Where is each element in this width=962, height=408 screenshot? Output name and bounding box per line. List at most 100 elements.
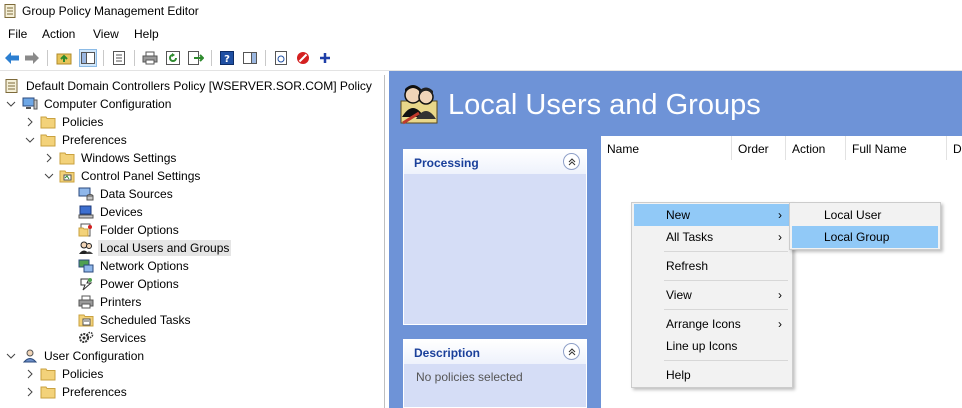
tree-node-user-configuration[interactable]: User Configuration [22, 347, 146, 365]
tree-node-printers[interactable]: Printers [78, 293, 143, 311]
chevron-right-icon: › [778, 288, 782, 302]
stop-icon[interactable] [294, 49, 312, 67]
chevron-down-icon[interactable] [25, 135, 35, 145]
column-order[interactable]: Order [732, 136, 786, 160]
menu-help[interactable]: Help [130, 26, 163, 42]
tree-label: Preferences [62, 133, 127, 147]
context-menu-arrange-icons[interactable]: Arrange Icons › [634, 313, 790, 335]
tree-node-services[interactable]: Services [78, 329, 148, 347]
tree-node-policies[interactable]: Policies [40, 113, 105, 131]
submenu-local-group[interactable]: Local Group [792, 226, 938, 248]
tree-label: Data Sources [100, 187, 173, 201]
context-menu-line-up-icons[interactable]: Line up Icons [634, 335, 790, 357]
tree-label: Windows Settings [81, 151, 177, 165]
collapse-icon[interactable] [563, 343, 580, 360]
back-arrow-icon[interactable] [3, 49, 21, 67]
chevron-down-icon[interactable] [6, 99, 16, 109]
policy-document-icon [5, 79, 18, 93]
chevron-down-icon[interactable] [6, 351, 16, 361]
tree-node-user-preferences[interactable]: Preferences [40, 383, 129, 401]
toolbar: ? [0, 45, 962, 71]
help-icon[interactable]: ? [218, 49, 236, 67]
tree-label: Policies [62, 115, 104, 129]
submenu-local-user[interactable]: Local User [792, 204, 938, 226]
menu-separator [664, 309, 788, 310]
column-description[interactable]: De [947, 136, 962, 160]
list-header: Name Order Action Full Name De [601, 136, 962, 160]
tree-node-scheduled-tasks[interactable]: Scheduled Tasks [78, 311, 193, 329]
tree-node-local-users-and-groups[interactable]: Local Users and Groups [78, 239, 232, 257]
refresh-icon[interactable] [164, 49, 182, 67]
svg-text:?: ? [224, 54, 230, 65]
show-hide-tree-icon[interactable] [79, 49, 97, 67]
context-menu-all-tasks[interactable]: All Tasks › [634, 226, 790, 248]
tree-node-network-options[interactable]: Network Options [78, 257, 191, 275]
chevron-down-icon[interactable] [44, 171, 54, 181]
chevron-right-icon[interactable] [25, 387, 35, 397]
local-users-groups-icon [400, 85, 438, 125]
tree-label: Devices [100, 205, 143, 219]
column-action[interactable]: Action [786, 136, 846, 160]
chevron-right-icon: › [778, 208, 782, 222]
new-page-icon[interactable] [272, 49, 290, 67]
context-menu: New › All Tasks › Refresh View › Arrange… [631, 202, 793, 388]
context-menu-view[interactable]: View › [634, 284, 790, 306]
forward-arrow-icon[interactable] [23, 49, 41, 67]
description-text: No policies selected [416, 370, 523, 384]
column-name[interactable]: Name [601, 136, 732, 160]
tree-node-user-policies[interactable]: Policies [40, 365, 105, 383]
context-menu-refresh[interactable]: Refresh [634, 255, 790, 277]
tree-node-control-panel-settings[interactable]: Control Panel Settings [59, 167, 202, 185]
window-title: Group Policy Management Editor [22, 4, 199, 18]
title-bar: Group Policy Management Editor [0, 0, 962, 24]
column-full-name[interactable]: Full Name [846, 136, 947, 160]
print-icon[interactable] [141, 49, 159, 67]
context-menu-help[interactable]: Help [634, 364, 790, 386]
computer-icon [22, 97, 38, 110]
menu-file[interactable]: File [4, 26, 31, 42]
tree-label: Services [100, 331, 147, 345]
new-submenu: Local User Local Group [789, 202, 941, 250]
tree-label: Power Options [100, 277, 179, 291]
tree-label: Scheduled Tasks [100, 313, 191, 327]
tree-node-data-sources[interactable]: Data Sources [78, 185, 175, 203]
menu-view[interactable]: View [89, 26, 123, 42]
tree-label: Default Domain Controllers Policy [WSERV… [26, 79, 372, 93]
folder-icon [40, 134, 56, 147]
tree-node-folder-options[interactable]: Folder Options [78, 221, 181, 239]
menu-separator [664, 360, 788, 361]
services-gear-icon [79, 331, 94, 343]
tree-node-power-options[interactable]: Power Options [78, 275, 181, 293]
menu-separator [664, 280, 788, 281]
add-icon[interactable] [316, 49, 334, 67]
folder-options-icon [78, 223, 92, 237]
chevron-right-icon: › [778, 317, 782, 331]
tree-label: Control Panel Settings [81, 169, 201, 183]
chevron-right-icon[interactable] [25, 369, 35, 379]
folder-icon [40, 368, 56, 381]
tree-node-computer-configuration[interactable]: Computer Configuration [22, 95, 173, 113]
processing-label: Processing [414, 156, 479, 170]
tree-node-windows-settings[interactable]: Windows Settings [59, 149, 178, 167]
show-action-pane-icon[interactable] [241, 49, 259, 67]
chevron-right-icon[interactable] [44, 153, 54, 163]
up-folder-icon[interactable] [55, 49, 73, 67]
context-menu-new[interactable]: New › [634, 204, 790, 226]
description-panel: Description No policies selected [403, 339, 587, 408]
collapse-icon[interactable] [563, 153, 580, 170]
export-list-icon[interactable] [187, 49, 205, 67]
tree-label: Preferences [62, 385, 127, 399]
user-icon [22, 349, 38, 363]
tree-label: Policies [62, 367, 104, 381]
policy-editor-icon [4, 4, 16, 18]
tree-node-devices[interactable]: Devices [78, 203, 145, 221]
tree-node-root[interactable]: Default Domain Controllers Policy [WSERV… [4, 77, 374, 95]
chevron-right-icon[interactable] [25, 117, 35, 127]
users-group-icon [79, 241, 93, 254]
menu-action[interactable]: Action [38, 26, 79, 42]
chevron-right-icon: › [778, 230, 782, 244]
properties-icon[interactable] [110, 49, 128, 67]
processing-header: Processing [404, 150, 586, 174]
tree-node-preferences[interactable]: Preferences [40, 131, 129, 149]
scheduled-tasks-icon [78, 314, 94, 327]
